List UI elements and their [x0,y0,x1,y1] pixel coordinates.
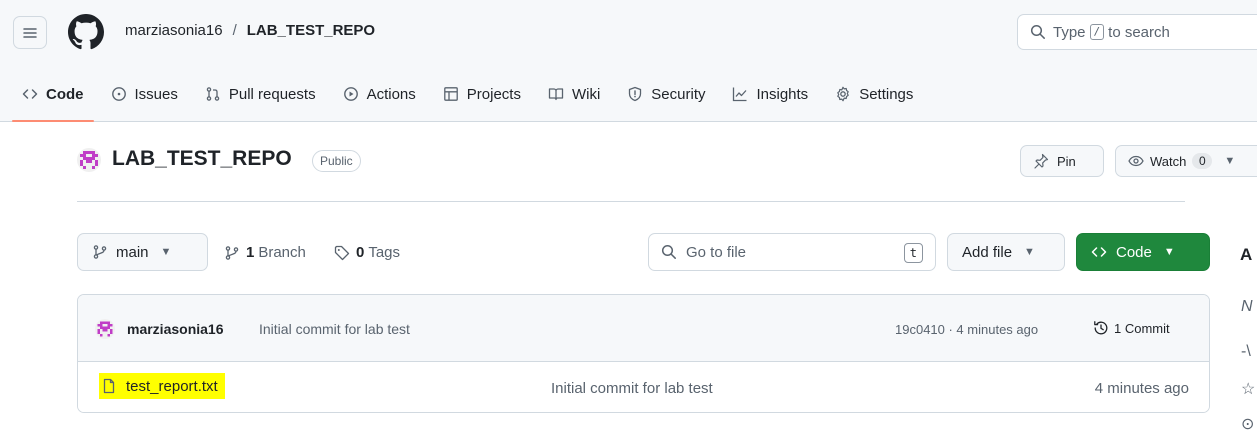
graph-icon [733,87,747,102]
tab-insights[interactable]: Insights [722,76,818,112]
tag-label: Tags [368,244,401,261]
breadcrumb-separator: / [232,22,237,39]
go-to-file-input[interactable]: Go to file t [648,233,936,271]
tab-label: Security [651,85,706,103]
tab-label: Issues [134,85,178,103]
pull-request-icon [206,87,220,101]
code-button-label: Code [1116,243,1152,261]
tab-label: Wiki [571,85,601,103]
tag-count: 0 [356,244,365,261]
file-commit-time: 4 minutes ago [1094,380,1189,397]
global-search-input[interactable]: Type / to search [1017,14,1257,50]
watch-label: Watch [1150,153,1187,169]
commit-count-label: 1 Commit [1114,320,1170,336]
search-prefix-text: Type [1053,23,1086,41]
activity-icon: -\ [1241,343,1251,360]
file-list: marziasonia16 Initial commit for lab tes… [77,294,1210,413]
chevron-down-icon: ▼ [1163,246,1175,258]
repo-nav-tabs: Code Issues Pull requests Actions Projec… [12,76,930,122]
tab-projects[interactable]: Projects [433,76,531,112]
git-branch-icon [93,245,107,259]
watch-count: 0 [1192,153,1213,169]
github-logo-icon[interactable] [68,14,104,50]
book-icon [548,88,564,101]
tab-label: Code [46,85,84,103]
pin-label: Pin [1057,153,1076,169]
tab-code[interactable]: Code [12,76,94,122]
tab-settings[interactable]: Settings [825,76,923,112]
chevron-down-icon: ▼ [160,246,172,258]
table-icon [443,87,458,101]
star-icon: ☆ [1241,381,1256,398]
chevron-down-icon: ▼ [1224,155,1236,167]
history-icon [1094,321,1108,335]
eye-icon [1128,155,1144,167]
pin-icon [1034,153,1049,169]
watch-button[interactable]: Watch 0 ▼ [1115,145,1257,177]
code-icon [22,89,38,99]
go-to-file-shortcut-key: t [903,243,923,263]
tab-issues[interactable]: Issues [101,76,188,112]
file-commit-message[interactable]: Initial commit for lab test [551,380,713,397]
eye-icon: ⊙ [1241,416,1255,432]
breadcrumb-owner-link[interactable]: marziasonia16 [125,22,223,39]
gear-icon [837,86,849,102]
tag-icon [334,245,350,260]
tab-label: Insights [756,85,809,103]
commit-history-link[interactable]: 1 Commit [1093,320,1170,336]
shield-icon [629,86,642,102]
play-icon [343,87,358,101]
pin-button[interactable]: Pin [1020,145,1104,177]
commit-author-link[interactable]: marziasonia16 [127,321,224,337]
search-icon [661,244,676,259]
chevron-down-icon: ▼ [1024,246,1035,258]
branches-link[interactable]: 1 Branch [224,244,306,261]
breadcrumb-repo-link[interactable]: LAB_TEST_REPO [247,22,375,39]
latest-commit-row: marziasonia16 Initial commit for lab tes… [78,295,1209,362]
search-suffix-text: to search [1108,23,1170,41]
table-row: test_report.txt Initial commit for lab t… [78,362,1209,412]
breadcrumb: marziasonia16 / LAB_TEST_REPO [125,22,375,39]
code-button[interactable]: Code ▼ [1076,233,1210,271]
file-name-text: test_report.txt [126,377,218,395]
tags-link[interactable]: 0 Tags [334,244,400,261]
tab-label: Actions [366,85,416,103]
issue-icon [111,87,126,101]
branch-count: 1 [246,244,255,261]
code-icon [1091,247,1107,257]
tab-security[interactable]: Security [617,76,715,112]
avatar[interactable] [95,319,115,339]
tab-wiki[interactable]: Wiki [538,76,610,112]
about-description-fragment: N [1241,298,1253,315]
add-file-label: Add file [962,243,1013,261]
file-link[interactable]: test_report.txt [99,373,225,399]
go-to-file-placeholder: Go to file [686,243,747,261]
about-heading-fragment: A [1240,245,1253,264]
tab-actions[interactable]: Actions [333,76,426,112]
branch-label: Branch [258,244,306,261]
commit-message-link[interactable]: Initial commit for lab test [259,321,410,337]
hamburger-menu-button[interactable] [13,16,47,49]
search-icon [1030,24,1045,39]
visibility-badge: Public [312,150,361,172]
repo-title[interactable]: LAB_TEST_REPO [112,147,292,171]
branch-name: main [116,243,149,261]
file-icon [103,378,115,394]
add-file-button[interactable]: Add file ▼ [947,233,1065,271]
tab-label: Pull requests [228,85,316,103]
commit-hash-time[interactable]: 19c0410 · 4 minutes ago [895,322,1038,337]
hamburger-icon [23,27,37,38]
search-shortcut-key: / [1089,24,1105,40]
branch-selector-button[interactable]: main ▼ [77,233,208,271]
tab-label: Settings [859,85,914,103]
global-header: marziasonia16 / LAB_TEST_REPO Type / to … [0,0,1257,122]
tab-pull-requests[interactable]: Pull requests [195,76,326,112]
git-branch-icon [225,245,239,260]
tab-label: Projects [466,85,521,103]
repo-owner-avatar[interactable] [77,148,101,172]
divider [77,201,1185,202]
